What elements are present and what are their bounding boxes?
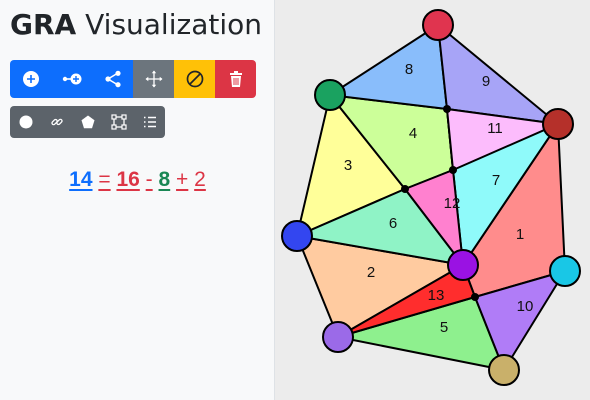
- sidebar: GRA Visualization 14 = 16 - 8 + 2: [0, 0, 275, 400]
- plus-circle-icon: [22, 71, 39, 87]
- show-faces-toggle[interactable]: [72, 106, 103, 138]
- bounding-box-icon: [110, 114, 127, 130]
- trash-icon: [229, 71, 242, 87]
- secondary-toolbar: [10, 106, 165, 138]
- share-button[interactable]: [92, 60, 133, 98]
- equation-term-a: 16: [116, 168, 140, 191]
- face-label-6: 6: [389, 215, 397, 232]
- node-right-top[interactable]: [542, 108, 574, 140]
- face-label-2: 2: [367, 264, 375, 281]
- equation-plus-sign: +: [176, 168, 189, 191]
- circle-icon: [19, 115, 32, 129]
- bounding-box-toggle[interactable]: [103, 106, 134, 138]
- move-button[interactable]: [133, 60, 174, 98]
- add-edge-button[interactable]: [51, 60, 92, 98]
- node-bottom-left[interactable]: [322, 321, 354, 353]
- share-icon: [104, 70, 121, 88]
- junction-point: [443, 105, 451, 113]
- equation-term-c: 2: [194, 168, 206, 191]
- app-title-bold: GRA: [10, 8, 77, 41]
- equation-lhs: 14: [69, 168, 93, 191]
- face-label-10: 10: [517, 298, 534, 315]
- show-vertices-toggle[interactable]: [10, 106, 41, 138]
- connect-node-icon: [62, 73, 81, 85]
- node-right[interactable]: [549, 255, 581, 287]
- face-9[interactable]: [437, 24, 559, 125]
- pentagon-icon: [81, 115, 94, 129]
- gra-equation: 14 = 16 - 8 + 2: [0, 168, 275, 192]
- face-label-3: 3: [344, 157, 352, 174]
- face-label-12: 12: [444, 195, 461, 212]
- junction-point: [401, 185, 409, 193]
- node-left[interactable]: [281, 220, 313, 252]
- move-arrows-icon: [145, 70, 162, 88]
- node-top[interactable]: [422, 9, 454, 41]
- app-title-rest: Visualization: [85, 8, 262, 41]
- show-links-toggle[interactable]: [41, 106, 72, 138]
- list-toggle[interactable]: [134, 106, 165, 138]
- face-label-8: 8: [405, 61, 413, 78]
- equation-equals-sign: =: [98, 168, 111, 191]
- face-label-1: 1: [516, 226, 524, 243]
- planar-graph-diagram[interactable]: 12345678910111213: [275, 0, 590, 400]
- junction-point: [449, 166, 457, 174]
- add-node-button[interactable]: [10, 60, 51, 98]
- equation-minus-sign: -: [145, 168, 153, 191]
- face-label-11: 11: [487, 120, 503, 137]
- ban-icon: [186, 70, 203, 88]
- face-label-9: 9: [482, 73, 490, 90]
- disable-button[interactable]: [174, 60, 215, 98]
- face-label-4: 4: [409, 125, 417, 142]
- junction-point: [471, 293, 479, 301]
- primary-toolbar: [10, 60, 256, 98]
- node-center[interactable]: [447, 249, 479, 281]
- list-icon: [143, 116, 156, 128]
- graph-canvas[interactable]: 1 2 3 4 5 6 7 8 9 10 11 12 13: [275, 0, 590, 400]
- face-label-5: 5: [440, 319, 448, 336]
- face-label-7: 7: [492, 172, 500, 189]
- face-label-13: 13: [428, 287, 445, 304]
- node-left-top[interactable]: [314, 79, 346, 111]
- link-icon: [50, 118, 63, 126]
- equation-term-b: 8: [158, 168, 171, 191]
- delete-button[interactable]: [215, 60, 256, 98]
- app-title: GRA Visualization: [10, 8, 262, 41]
- node-bottom[interactable]: [488, 354, 520, 386]
